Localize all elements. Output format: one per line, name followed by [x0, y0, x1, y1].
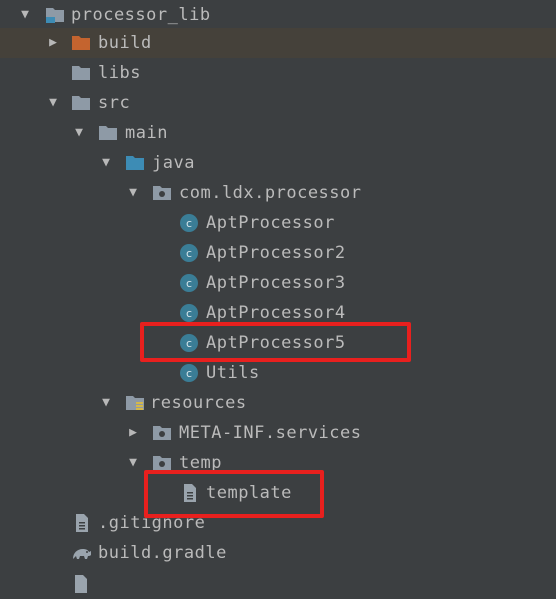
- chevron-right-icon[interactable]: ▶: [125, 425, 141, 441]
- tree-row-class-aptprocessor3[interactable]: c AptProcessor3: [0, 268, 556, 298]
- svg-text:c: c: [186, 277, 192, 290]
- tree-label: com.ldx.processor: [179, 183, 362, 203]
- tree-row-class-utils[interactable]: c Utils: [0, 358, 556, 388]
- folder-icon: [71, 63, 91, 83]
- class-icon: c: [179, 213, 199, 233]
- tree-label: META-INF.services: [179, 423, 362, 443]
- svg-text:c: c: [186, 307, 192, 320]
- tree-row-java[interactable]: ▼ java: [0, 148, 556, 178]
- chevron-down-icon[interactable]: ▼: [98, 395, 114, 411]
- tree-label: resources: [150, 393, 247, 413]
- class-icon: c: [179, 303, 199, 323]
- source-folder-icon: [125, 153, 145, 173]
- file-icon: [72, 513, 92, 533]
- tree-row-meta-inf-services[interactable]: ▶ META-INF.services: [0, 418, 556, 448]
- package-icon: [152, 423, 172, 443]
- tree-row-resources[interactable]: ▼ resources: [0, 388, 556, 418]
- tree-label: main: [125, 123, 168, 143]
- gradle-icon: [71, 543, 91, 563]
- tree-row-libs[interactable]: libs: [0, 58, 556, 88]
- tree-label: AptProcessor: [206, 213, 335, 233]
- svg-text:c: c: [186, 217, 192, 230]
- tree-row-build-gradle[interactable]: build.gradle: [0, 538, 556, 568]
- project-tree: ▼ processor_lib ▶ build libs ▼ src ▼ mai…: [0, 0, 556, 593]
- tree-label: build.gradle: [98, 543, 227, 563]
- class-icon: c: [179, 243, 199, 263]
- chevron-down-icon[interactable]: ▼: [17, 7, 33, 23]
- tree-row-build[interactable]: ▶ build: [0, 28, 556, 58]
- tree-label: java: [152, 153, 195, 173]
- tree-label: Utils: [206, 363, 260, 383]
- highlight-box-template: [144, 470, 324, 518]
- tree-row-class-aptprocessor2[interactable]: c AptProcessor2: [0, 238, 556, 268]
- tree-label: AptProcessor3: [206, 273, 346, 293]
- folder-icon: [71, 93, 91, 113]
- resources-folder-icon: [125, 393, 145, 413]
- tree-row-class-aptprocessor[interactable]: c AptProcessor: [0, 208, 556, 238]
- chevron-right-icon[interactable]: ▶: [45, 35, 61, 51]
- module-folder-icon: [45, 5, 65, 25]
- tree-label: src: [98, 93, 131, 113]
- tree-row-package-com-ldx-processor[interactable]: ▼ com.ldx.processor: [0, 178, 556, 208]
- chevron-down-icon[interactable]: ▼: [125, 185, 141, 201]
- file-icon: [71, 574, 91, 594]
- tree-row-processor-lib[interactable]: ▼ processor_lib: [0, 0, 556, 30]
- package-icon: [152, 183, 172, 203]
- highlight-box-aptprocessor5: [140, 322, 411, 362]
- tree-label: build: [98, 33, 152, 53]
- chevron-down-icon[interactable]: ▼: [125, 455, 141, 471]
- class-icon: c: [179, 363, 199, 383]
- chevron-down-icon[interactable]: ▼: [71, 125, 87, 141]
- tree-row-main[interactable]: ▼ main: [0, 118, 556, 148]
- chevron-down-icon[interactable]: ▼: [98, 155, 114, 171]
- tree-row-src[interactable]: ▼ src: [0, 88, 556, 118]
- tree-label: AptProcessor2: [206, 243, 346, 263]
- tree-row-partial: [0, 568, 556, 598]
- tree-label: libs: [98, 63, 141, 83]
- svg-text:c: c: [186, 367, 192, 380]
- tree-label: processor_lib: [71, 5, 211, 25]
- folder-icon: [98, 123, 118, 143]
- build-folder-icon: [71, 33, 91, 53]
- svg-text:c: c: [186, 247, 192, 260]
- chevron-down-icon[interactable]: ▼: [45, 95, 61, 111]
- class-icon: c: [179, 273, 199, 293]
